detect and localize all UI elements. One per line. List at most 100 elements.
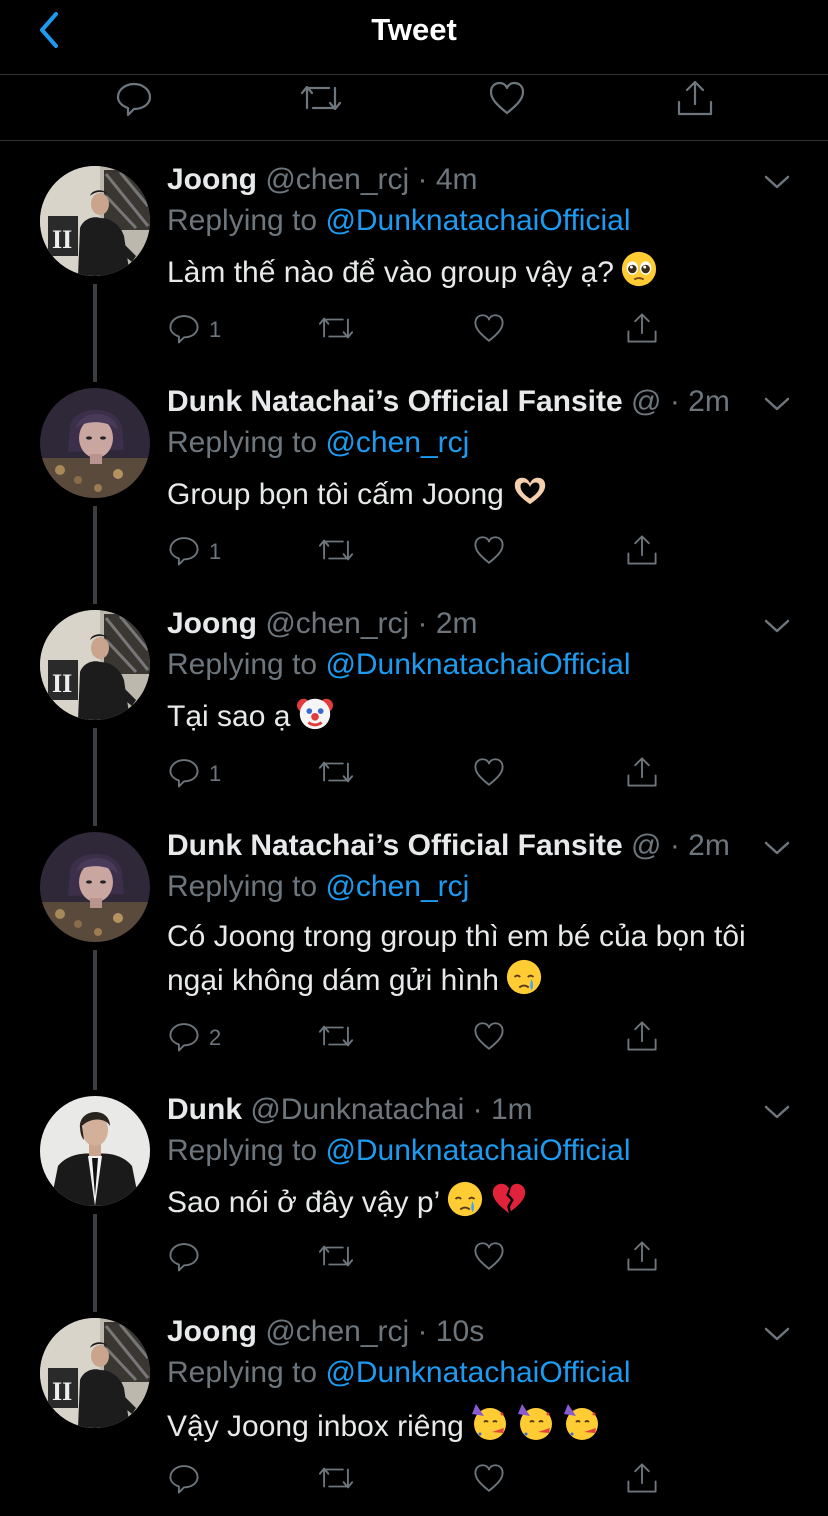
mention-link[interactable]: @chen_rcj <box>325 426 469 459</box>
tweet-header: Dunk Natachai’s Official Fansite @ · 2m <box>167 382 730 422</box>
reply-count: 2 <box>209 1025 222 1050</box>
replying-to: Replying to @DunknatachaiOfficial <box>167 1131 631 1171</box>
timestamp: 2m <box>435 607 478 640</box>
replying-to: Replying to @DunknatachaiOfficial <box>167 1353 631 1393</box>
reply-icon[interactable] <box>111 75 157 121</box>
mention-link[interactable]: @chen_rcj <box>325 870 469 903</box>
display-name[interactable]: Dunk Natachai’s Official Fansite <box>167 829 623 862</box>
reply-count: 1 <box>209 317 222 342</box>
heart-hands-emoji-icon <box>510 472 550 522</box>
display-name[interactable]: Dunk Natachai’s Official Fansite <box>167 385 623 418</box>
retweet-button[interactable] <box>317 532 355 572</box>
chevron-down-icon[interactable] <box>762 616 792 636</box>
like-button[interactable] <box>472 1018 506 1058</box>
retweet-button[interactable] <box>317 310 355 350</box>
retweet-icon <box>317 755 355 794</box>
display-name[interactable]: Joong <box>167 607 257 640</box>
reply-button[interactable] <box>167 1460 209 1500</box>
mention-link[interactable]: @DunknatachaiOfficial <box>325 1356 630 1389</box>
reply-icon <box>167 755 201 794</box>
handle: @ <box>631 385 662 418</box>
thread-line <box>93 284 97 382</box>
retweet-button[interactable] <box>317 1460 355 1500</box>
share-icon <box>625 1239 659 1278</box>
like-button[interactable] <box>472 1238 506 1278</box>
partying-face-emoji-icon <box>516 1402 556 1454</box>
tweet-text: Làm thế nào để vào group vậy ạ? <box>167 250 777 300</box>
reply-button[interactable]: 2 <box>167 1018 221 1058</box>
tweet-body: Tại sao ạ <box>167 700 291 733</box>
replying-to-label: Replying to <box>167 204 318 237</box>
tweet-actions <box>167 1238 687 1278</box>
reply-button[interactable]: 1 <box>167 532 221 572</box>
retweet-icon[interactable] <box>298 75 344 121</box>
share-button[interactable] <box>625 1018 659 1058</box>
chevron-down-icon[interactable] <box>762 172 792 192</box>
mention-link[interactable]: @DunknatachaiOfficial <box>325 204 630 237</box>
avatar[interactable] <box>40 832 150 942</box>
share-button[interactable] <box>625 754 659 794</box>
replying-to-label: Replying to <box>167 1356 318 1389</box>
display-name[interactable]: Joong <box>167 1315 257 1348</box>
retweet-button[interactable] <box>317 1018 355 1058</box>
avatar[interactable]: II <box>40 166 150 276</box>
retweet-button[interactable] <box>317 1238 355 1278</box>
like-icon <box>472 1461 506 1500</box>
like-icon <box>472 311 506 350</box>
avatar[interactable]: II <box>40 610 150 720</box>
broken-heart-emoji-icon <box>490 1180 528 1230</box>
tweet-body: Group bọn tôi cấm Joong <box>167 478 504 511</box>
share-icon <box>625 311 659 350</box>
clown-face-emoji-icon <box>296 694 334 744</box>
like-icon[interactable] <box>484 75 530 121</box>
share-button[interactable] <box>625 310 659 350</box>
dot-separator: · <box>409 1315 436 1348</box>
share-button[interactable] <box>625 1460 659 1500</box>
reply-button[interactable]: 1 <box>167 310 221 350</box>
svg-text:II: II <box>52 225 72 254</box>
timestamp: 2m <box>688 385 730 418</box>
like-button[interactable] <box>472 754 506 794</box>
avatar[interactable] <box>40 388 150 498</box>
thread-line <box>93 728 97 826</box>
crying-face-emoji-icon <box>446 1180 484 1230</box>
reply-button[interactable] <box>167 1238 209 1278</box>
share-icon[interactable] <box>672 75 718 121</box>
partying-face-emoji-icon <box>470 1402 510 1454</box>
tweet-header: Dunk Natachai’s Official Fansite @ · 2m <box>167 826 730 866</box>
reply-icon <box>167 1019 201 1058</box>
like-button[interactable] <box>472 310 506 350</box>
replying-to: Replying to @chen_rcj <box>167 867 469 907</box>
chevron-down-icon[interactable] <box>762 394 792 414</box>
dot-separator: · <box>409 607 436 640</box>
tweet-text: Tại sao ạ <box>167 694 777 744</box>
replying-to-label: Replying to <box>167 426 318 459</box>
chevron-down-icon[interactable] <box>762 1102 792 1122</box>
reply-icon <box>167 1239 201 1278</box>
share-icon <box>625 755 659 794</box>
chevron-down-icon[interactable] <box>762 838 792 858</box>
retweet-button[interactable] <box>317 754 355 794</box>
like-button[interactable] <box>472 1460 506 1500</box>
share-button[interactable] <box>625 532 659 572</box>
svg-text:II: II <box>52 669 72 698</box>
tweet-body: Vậy Joong inbox riêng <box>167 1410 464 1443</box>
reply-button[interactable]: 1 <box>167 754 221 794</box>
mention-link[interactable]: @DunknatachaiOfficial <box>325 648 630 681</box>
tweet-actions <box>167 1460 687 1500</box>
timestamp: 4m <box>435 163 478 196</box>
main-tweet-action-bar <box>0 75 828 141</box>
avatar[interactable]: II <box>40 1318 150 1428</box>
share-button[interactable] <box>625 1238 659 1278</box>
retweet-icon <box>317 1019 355 1058</box>
chevron-down-icon[interactable] <box>762 1324 792 1344</box>
display-name[interactable]: Joong <box>167 163 257 196</box>
like-button[interactable] <box>472 532 506 572</box>
mention-link[interactable]: @DunknatachaiOfficial <box>325 1134 630 1167</box>
handle: @chen_rcj <box>265 607 410 640</box>
display-name[interactable]: Dunk <box>167 1093 242 1126</box>
page-title: Tweet <box>371 12 457 47</box>
tweet-header: Joong @chen_rcj · 2m <box>167 604 478 644</box>
avatar[interactable] <box>40 1096 150 1206</box>
tweet-header: Dunk @Dunknatachai · 1m <box>167 1090 533 1130</box>
